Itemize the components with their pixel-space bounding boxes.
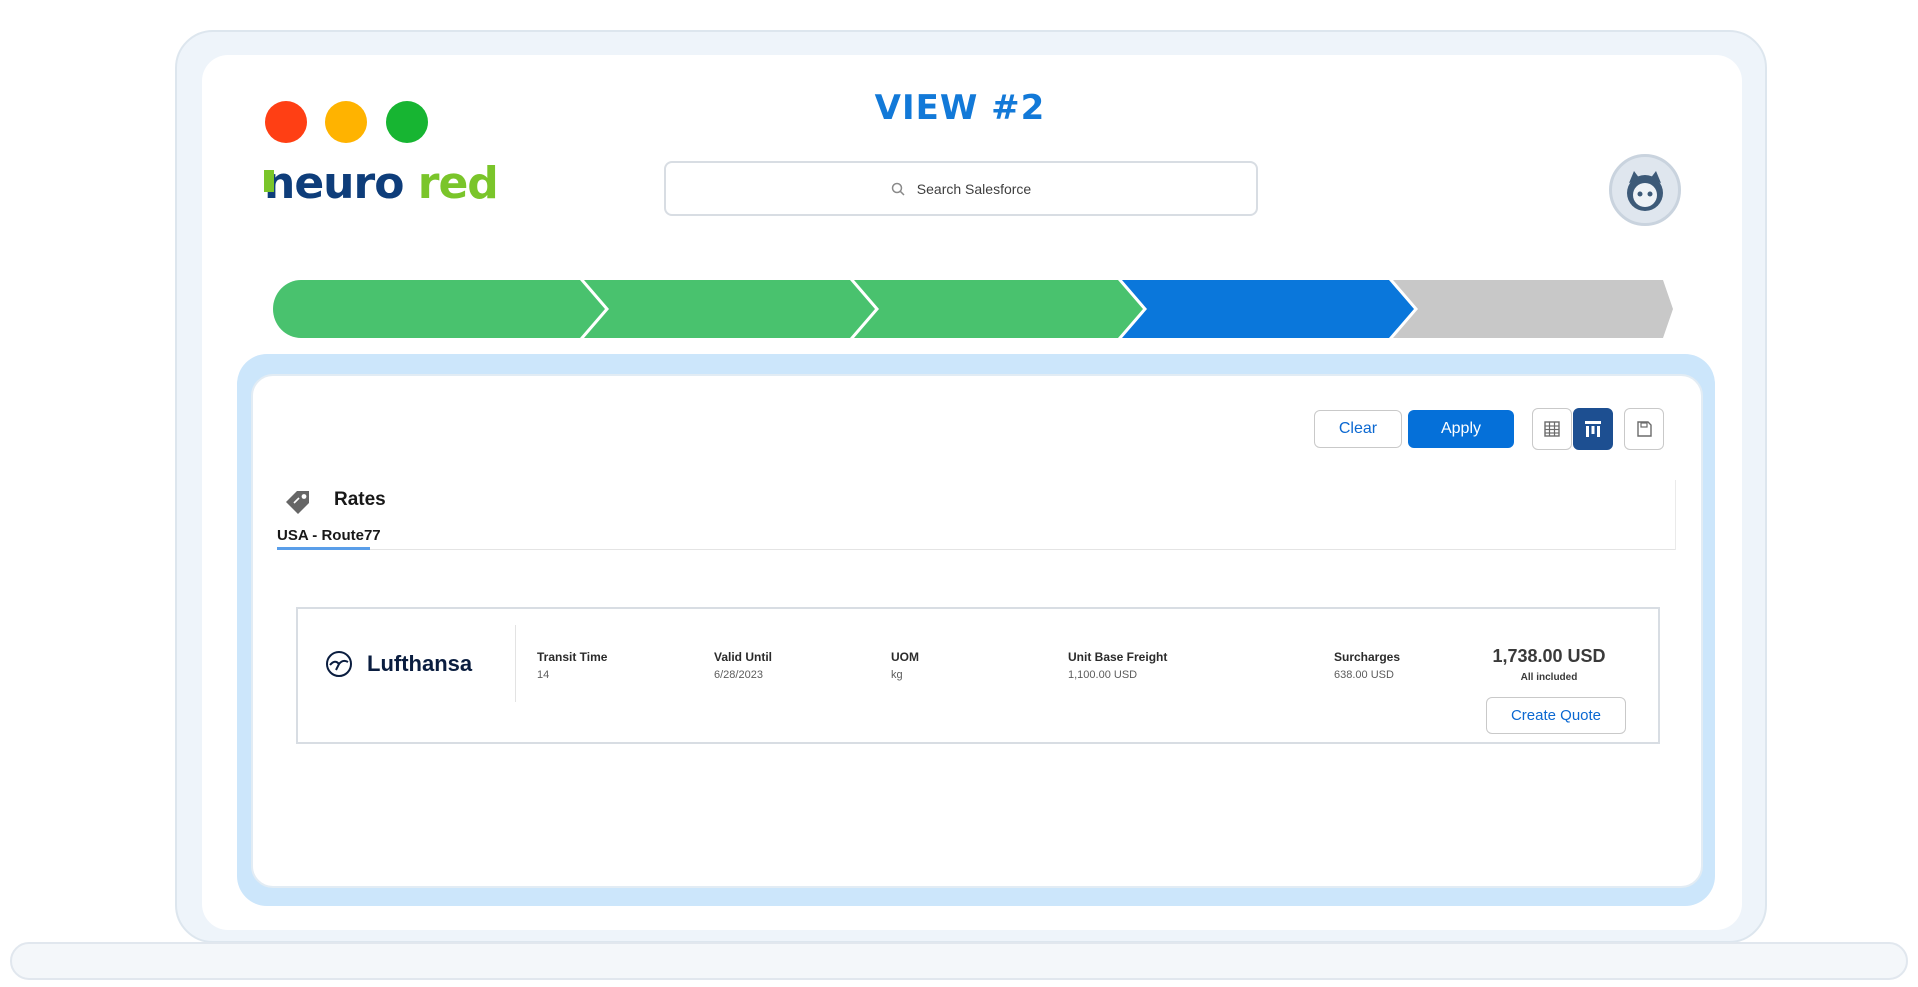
laptop-base <box>10 942 1908 980</box>
window-maximize-dot <box>386 101 428 143</box>
lufthansa-crane-icon <box>326 651 352 677</box>
valid-until-label: Valid Until <box>714 650 773 664</box>
active-tab-indicator <box>277 547 370 550</box>
window-minimize-dot <box>325 101 367 143</box>
tab-usa-route77[interactable]: USA - Route77 <box>277 527 381 544</box>
save-button[interactable] <box>1624 408 1664 450</box>
carrier-logo: Lufthansa <box>325 650 472 678</box>
search-icon <box>891 182 905 196</box>
valid-until-value: 6/28/2023 <box>714 669 763 681</box>
column-view-button[interactable] <box>1573 408 1613 450</box>
path-stage-1[interactable] <box>273 280 605 338</box>
total-note: All included <box>1520 672 1578 683</box>
unit-base-freight-label: Unit Base Freight <box>1068 650 1168 664</box>
avatar[interactable] <box>1609 154 1681 226</box>
path-stage-4[interactable] <box>1122 280 1414 338</box>
total-price: 1,738.00 USD <box>1492 646 1606 666</box>
transit-time-value: 14 <box>537 669 550 681</box>
path-stage-3[interactable] <box>854 280 1143 338</box>
price-tag-icon <box>286 491 309 514</box>
search-input[interactable]: Search Salesforce <box>664 161 1258 216</box>
transit-time-label: Transit Time <box>537 650 608 664</box>
card-divider <box>515 625 516 702</box>
column-view-icon <box>1585 421 1601 437</box>
surcharges-label: Surcharges <box>1334 650 1401 664</box>
create-quote-button[interactable]: Create Quote <box>1486 697 1626 734</box>
header-edge <box>1675 480 1676 550</box>
logo-word-red: red <box>417 158 499 209</box>
window-close-dot <box>265 101 307 143</box>
logo-word-neuro: neuro <box>264 158 404 209</box>
uom-label: UOM <box>891 650 919 664</box>
table-view-icon <box>1544 421 1560 437</box>
apply-button[interactable]: Apply <box>1408 410 1514 448</box>
carrier-name: Lufthansa <box>367 651 473 676</box>
tab-divider <box>277 549 1675 550</box>
table-view-button[interactable] <box>1532 408 1572 450</box>
page-title: VIEW #2 <box>874 88 1046 128</box>
user-avatar-icon <box>1627 171 1663 211</box>
unit-base-freight-value: 1,100.00 USD <box>1068 669 1138 681</box>
rate-card <box>296 607 1660 744</box>
uom-value: kg <box>891 669 903 681</box>
neuro-red-logo: neuro red <box>264 158 499 209</box>
path-stage-2[interactable] <box>584 280 875 338</box>
save-icon <box>1637 421 1652 437</box>
path-stage-5[interactable] <box>1393 280 1673 338</box>
rates-heading: Rates <box>334 489 386 510</box>
path-progress <box>273 280 1673 338</box>
surcharges-value: 638.00 USD <box>1334 669 1394 681</box>
clear-button[interactable]: Clear <box>1314 410 1402 448</box>
search-placeholder: Search Salesforce <box>916 180 1032 197</box>
